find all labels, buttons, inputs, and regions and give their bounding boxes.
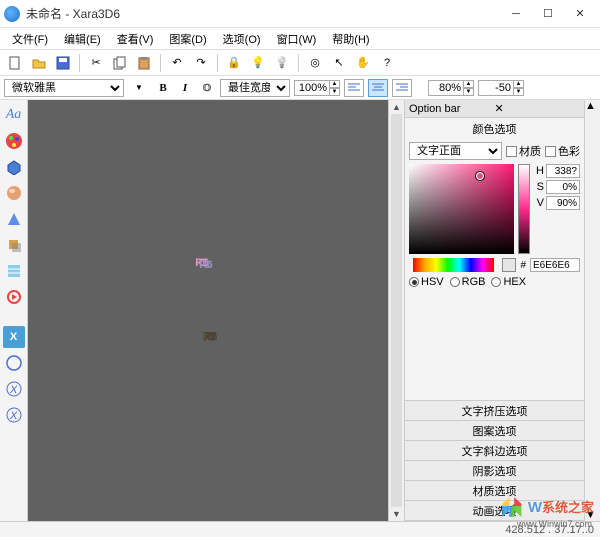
undo-icon[interactable]: ↶: [166, 52, 188, 74]
align-right-button[interactable]: [392, 79, 412, 97]
hex-radio[interactable]: HEX: [491, 276, 526, 288]
sv-picker[interactable]: [409, 164, 514, 254]
shadow-icon[interactable]: [3, 234, 25, 256]
s-input[interactable]: [546, 180, 580, 194]
align-center-button[interactable]: [368, 79, 388, 97]
x-logo-icon[interactable]: X: [3, 326, 25, 348]
main-toolbar: ✂ ↶ ↷ 🔒 💡 💡 ◎ ↖ ✋ ?: [0, 50, 600, 76]
section-pattern[interactable]: 图案选项: [405, 421, 584, 441]
watermark-url: www.Winwin7.com: [517, 519, 592, 529]
window-title: 未命名 - Xara3D6: [26, 5, 500, 22]
canvas-vscrollbar[interactable]: ▲ ▼: [388, 100, 404, 521]
outline-button[interactable]: O: [198, 82, 216, 94]
material-checkbox[interactable]: 材质: [506, 143, 541, 159]
palette-icon[interactable]: [3, 130, 25, 152]
save-icon[interactable]: [52, 52, 74, 74]
section-bevel[interactable]: 文字斜边选项: [405, 441, 584, 461]
colorful-checkbox[interactable]: 色彩: [545, 143, 580, 159]
rgb-radio[interactable]: RGB: [450, 276, 486, 288]
hand-icon[interactable]: ✋: [352, 52, 374, 74]
option-bar-close-icon[interactable]: ✕: [495, 102, 581, 115]
value-slider[interactable]: [518, 164, 530, 254]
option-bar-title: Option bar: [409, 103, 495, 115]
val2-spinner[interactable]: ▲▼: [478, 80, 524, 96]
zoom-down-icon[interactable]: ▼: [330, 88, 340, 96]
light-on-icon[interactable]: 💡: [247, 52, 269, 74]
extrude-icon[interactable]: [3, 156, 25, 178]
val2-input[interactable]: [478, 80, 514, 96]
menu-bar: 文件(F) 编辑(E) 查看(V) 图案(D) 选项(O) 窗口(W) 帮助(H…: [0, 28, 600, 50]
copy-icon[interactable]: [109, 52, 131, 74]
scroll-up-icon[interactable]: ▲: [389, 100, 404, 114]
val1-input[interactable]: [428, 80, 464, 96]
watermark-logo-icon: [500, 495, 524, 517]
menu-pattern[interactable]: 图案(D): [161, 29, 214, 49]
x-circle2-icon[interactable]: X: [3, 404, 25, 426]
format-toolbar: 微软雅黑 ▼ B I O 最佳宽度 ▲▼ ▲▼ ▲▼: [0, 76, 600, 100]
app-icon: [4, 6, 20, 22]
x-circle-icon[interactable]: X: [3, 378, 25, 400]
hsv-radio[interactable]: HSV: [409, 276, 444, 288]
font-select[interactable]: 微软雅黑: [4, 79, 124, 97]
fit-select[interactable]: 最佳宽度: [220, 79, 290, 97]
svg-text:X: X: [9, 384, 18, 396]
menu-edit[interactable]: 编辑(E): [56, 29, 109, 49]
zoom-input[interactable]: [294, 80, 330, 96]
circle1-icon[interactable]: [3, 352, 25, 374]
color-section-header: 颜色选项: [405, 118, 584, 140]
scroll-down-icon[interactable]: ▼: [389, 507, 404, 521]
align-left-button[interactable]: [344, 79, 364, 97]
watermark: W系统之家: [500, 495, 594, 517]
v-input[interactable]: [546, 196, 580, 210]
section-shadow[interactable]: 阴影选项: [405, 461, 584, 481]
section-extrude[interactable]: 文字挤压选项: [405, 401, 584, 421]
panel-scroll-up-icon[interactable]: ▲: [585, 100, 600, 112]
cursor-icon[interactable]: ↖: [328, 52, 350, 74]
paste-icon[interactable]: [133, 52, 155, 74]
help-icon[interactable]: ?: [376, 52, 398, 74]
hue-slider[interactable]: [413, 258, 494, 272]
h-input[interactable]: [546, 164, 580, 178]
color-target-select[interactable]: 文字正面: [409, 142, 502, 160]
new-icon[interactable]: [4, 52, 26, 74]
target-icon[interactable]: ◎: [304, 52, 326, 74]
menu-options[interactable]: 选项(O): [215, 29, 269, 49]
canvas[interactable]: PC6 PC6 PC6: [28, 100, 388, 521]
menu-file[interactable]: 文件(F): [4, 29, 56, 49]
title-bar: 未命名 - Xara3D6 ─ ☐ ✕: [0, 0, 600, 28]
text-3d-front: PC6: [203, 331, 212, 343]
light-off-icon[interactable]: 💡: [271, 52, 293, 74]
text-3d-mid: PC6: [199, 259, 208, 271]
status-bar: 428.512 . 37.17..0: [0, 521, 600, 537]
hex-input[interactable]: [530, 258, 580, 272]
zoom-spinner[interactable]: ▲▼: [294, 80, 340, 96]
panel-vscrollbar[interactable]: ▲ ▼: [584, 100, 600, 521]
close-button[interactable]: ✕: [564, 2, 596, 26]
svg-text:X: X: [9, 410, 18, 422]
open-icon[interactable]: [28, 52, 50, 74]
scroll-thumb[interactable]: [391, 114, 402, 507]
menu-help[interactable]: 帮助(H): [324, 29, 377, 49]
text-tool-icon[interactable]: Aa: [3, 104, 25, 126]
sphere-icon[interactable]: [3, 182, 25, 204]
val1-spinner[interactable]: ▲▼: [428, 80, 474, 96]
italic-button[interactable]: I: [176, 82, 194, 94]
menu-view[interactable]: 查看(V): [109, 29, 162, 49]
lock-icon[interactable]: 🔒: [223, 52, 245, 74]
animation-icon[interactable]: [3, 286, 25, 308]
cut-icon[interactable]: ✂: [85, 52, 107, 74]
redo-icon[interactable]: ↷: [190, 52, 212, 74]
tool-sidebar: Aa X X X: [0, 100, 28, 521]
maximize-button[interactable]: ☐: [532, 2, 564, 26]
font-dropdown-btn[interactable]: ▼: [128, 77, 150, 99]
menu-window[interactable]: 窗口(W): [269, 29, 325, 49]
sv-cursor-icon: [476, 172, 484, 180]
minimize-button[interactable]: ─: [500, 2, 532, 26]
bevel-icon[interactable]: [3, 208, 25, 230]
zoom-up-icon[interactable]: ▲: [330, 80, 340, 88]
color-swatch[interactable]: [502, 258, 516, 272]
texture-icon[interactable]: [3, 260, 25, 282]
option-panel: Option bar ✕ 颜色选项 文字正面 材质 色彩 H S V # HSV: [404, 100, 584, 521]
bold-button[interactable]: B: [154, 82, 172, 94]
